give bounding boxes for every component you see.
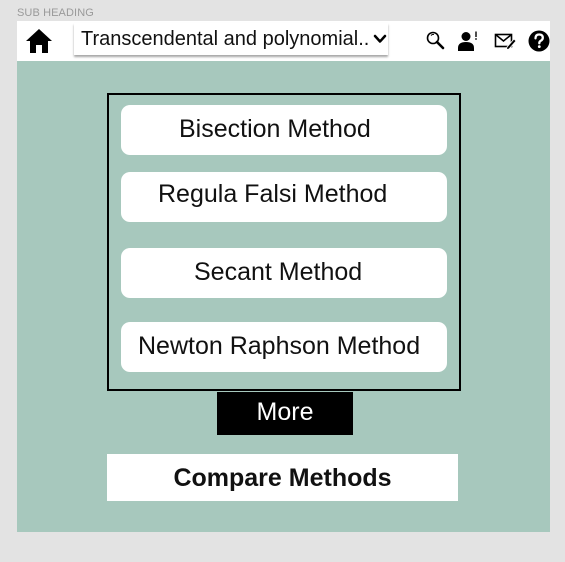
method-label: Secant Method	[194, 258, 363, 286]
sub-heading: SUB HEADING	[17, 7, 94, 19]
search-icon[interactable]	[425, 30, 447, 52]
chevron-down-icon	[373, 34, 387, 43]
topic-dropdown[interactable]: Transcendental and polynomial..	[74, 23, 388, 55]
help-icon[interactable]	[528, 30, 550, 52]
method-label: Newton Raphson Method	[138, 332, 421, 360]
method-label: Regula Falsi Method	[158, 180, 388, 208]
compare-methods-button[interactable]: Compare Methods	[107, 454, 458, 501]
more-button[interactable]: More	[217, 392, 353, 435]
regula-falsi-method-button[interactable]: Regula Falsi Method	[121, 172, 447, 222]
user-alert-icon[interactable]	[457, 30, 479, 52]
bisection-method-button[interactable]: Bisection Method	[121, 105, 447, 155]
methods-list: Bisection Method Regula Falsi Method Sec…	[107, 93, 461, 391]
method-label: Bisection Method	[179, 115, 371, 143]
main-panel: Bisection Method Regula Falsi Method Sec…	[17, 61, 550, 532]
top-toolbar: Transcendental and polynomial..	[17, 21, 550, 61]
mail-edit-icon[interactable]	[494, 30, 516, 52]
newton-raphson-method-button[interactable]: Newton Raphson Method	[121, 322, 447, 372]
home-icon[interactable]	[25, 28, 53, 54]
secant-method-button[interactable]: Secant Method	[121, 248, 447, 298]
topic-dropdown-value: Transcendental and polynomial..	[81, 28, 370, 50]
